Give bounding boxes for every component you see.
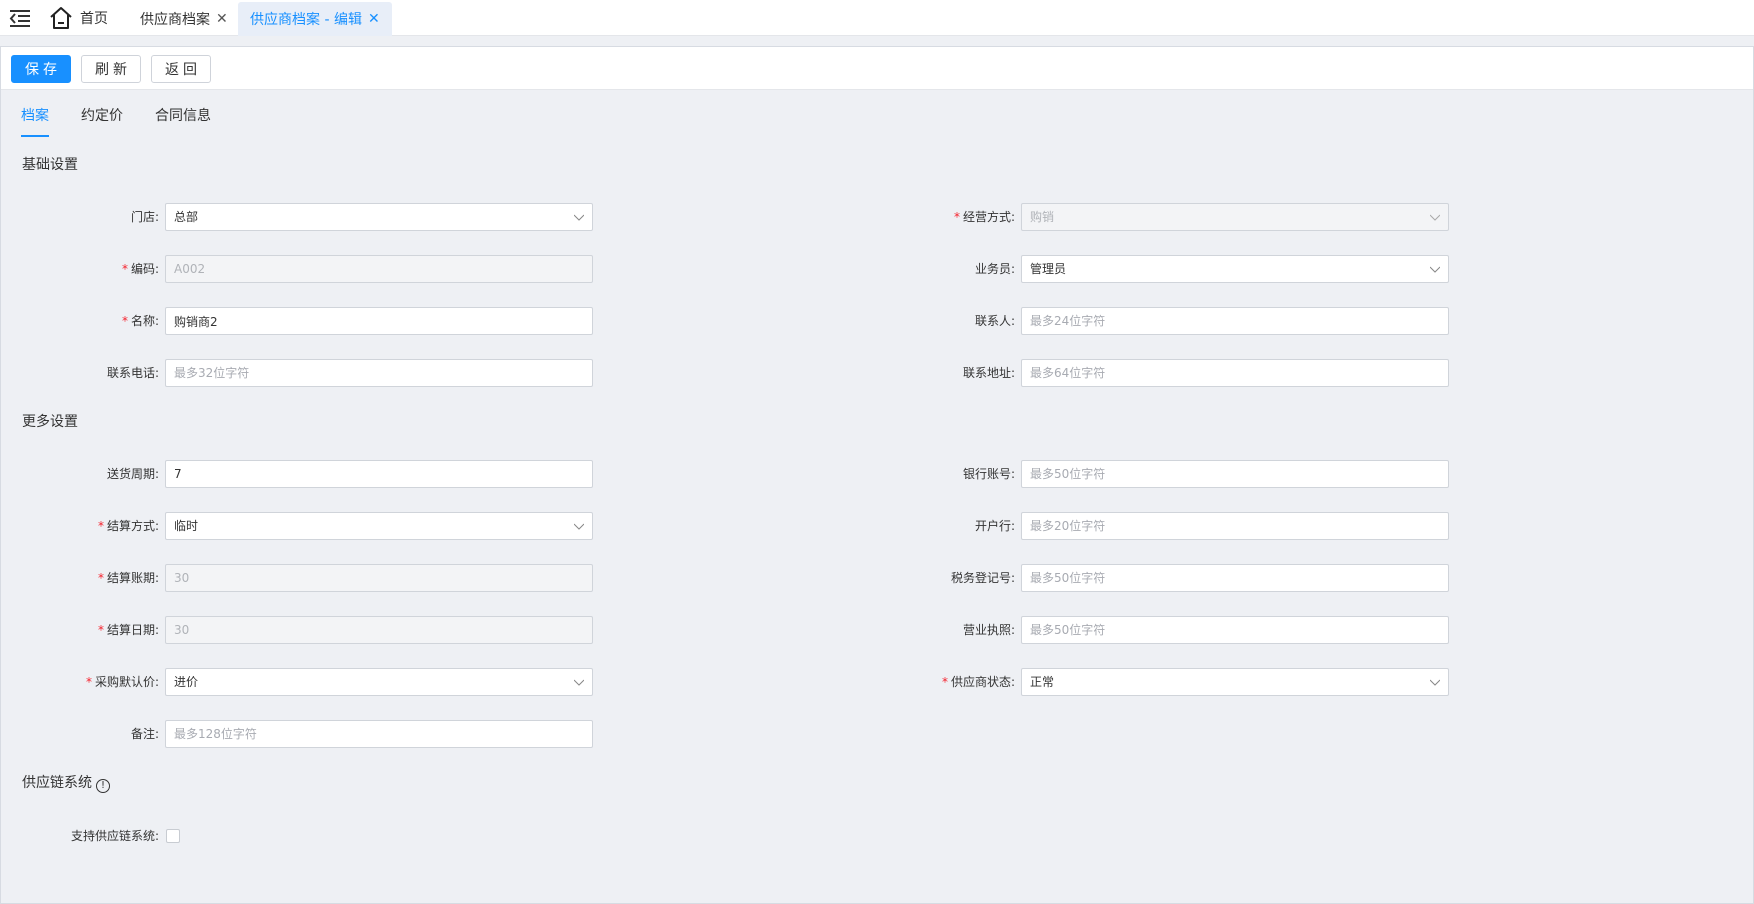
save-button[interactable]: 保存 <box>11 55 71 83</box>
purchase-price-label: * 采购默认价: <box>85 675 159 689</box>
section-basic-title: 基础设置 <box>22 157 78 173</box>
supplier-status-select[interactable]: 正常 <box>1021 668 1449 696</box>
back-button[interactable]: 返回 <box>151 55 211 83</box>
bank-account-field[interactable] <box>1021 460 1449 488</box>
chevron-down-icon <box>574 523 584 530</box>
license-label: 营业执照: <box>962 623 1015 637</box>
salesman-select[interactable]: 管理员 <box>1021 255 1449 283</box>
code-field: A002 <box>165 255 593 283</box>
settle-date-label: * 结算日期: <box>97 623 159 637</box>
delivery-cycle-field[interactable] <box>165 460 593 488</box>
menu-collapse-icon[interactable] <box>8 9 32 27</box>
required-mark: * <box>97 519 104 533</box>
settle-method-label: * 结算方式: <box>97 519 159 533</box>
bank-account-label: 银行账号: <box>962 467 1015 481</box>
tax-no-label: 税务登记号: <box>950 571 1015 585</box>
contact-label: 联系人: <box>974 314 1015 328</box>
delivery-cycle-label: 送货周期: <box>106 467 159 481</box>
required-mark: * <box>953 210 960 224</box>
edit-panel: 保存 刷新 返回 档案 约定价 合同信息 基础设置 门店: 总部 * 经营方式: … <box>0 46 1754 904</box>
remark-label: 备注: <box>130 727 159 741</box>
tab-contract-info[interactable]: 合同信息 <box>155 105 211 137</box>
tab-archive[interactable]: 档案 <box>21 105 49 137</box>
top-tab-bar: 首页 供应商档案 ✕ 供应商档案 - 编辑 ✕ <box>0 0 1754 36</box>
license-field[interactable] <box>1021 616 1449 644</box>
tab-supplier-archive[interactable]: 供应商档案 ✕ <box>128 2 240 36</box>
close-icon[interactable]: ✕ <box>216 12 228 26</box>
chevron-down-icon <box>574 214 584 221</box>
tab-label: 供应商档案 <box>140 12 210 28</box>
address-label: 联系地址: <box>962 366 1015 380</box>
bank-name-field[interactable] <box>1021 512 1449 540</box>
section-supply-chain-title: 供应链系统! <box>22 772 110 793</box>
support-supply-chain-label: 支持供应链系统: <box>70 829 159 843</box>
required-mark: * <box>121 262 128 276</box>
refresh-button[interactable]: 刷新 <box>81 55 141 83</box>
section-more-title: 更多设置 <box>22 414 78 430</box>
required-mark: * <box>97 571 104 585</box>
chevron-down-icon <box>1430 679 1440 686</box>
phone-field[interactable] <box>165 359 593 387</box>
settle-method-select[interactable]: 临时 <box>165 512 593 540</box>
tab-home[interactable]: 首页 <box>48 0 108 36</box>
contact-field[interactable] <box>1021 307 1449 335</box>
store-select[interactable]: 总部 <box>165 203 593 231</box>
address-field[interactable] <box>1021 359 1449 387</box>
remark-field[interactable] <box>165 720 593 748</box>
chevron-down-icon <box>1430 266 1440 273</box>
sub-tabs: 档案 约定价 合同信息 <box>21 105 211 137</box>
tax-no-field[interactable] <box>1021 564 1449 592</box>
toolbar: 保存 刷新 返回 <box>1 47 1753 90</box>
salesman-label: 业务员: <box>974 262 1015 276</box>
chevron-down-icon <box>574 679 584 686</box>
tab-supplier-archive-edit[interactable]: 供应商档案 - 编辑 ✕ <box>238 2 392 36</box>
settle-period-field: 30 <box>165 564 593 592</box>
supplier-status-label: * 供应商状态: <box>941 675 1015 689</box>
code-label: * 编码: <box>121 262 159 276</box>
phone-label: 联系电话: <box>106 366 159 380</box>
required-mark: * <box>85 675 92 689</box>
store-label: 门店: <box>130 210 159 224</box>
bank-name-label: 开户行: <box>974 519 1015 533</box>
name-field[interactable] <box>165 307 593 335</box>
business-mode-label: * 经营方式: <box>953 210 1015 224</box>
chevron-down-icon <box>1430 214 1440 221</box>
home-tab-label: 首页 <box>80 11 108 27</box>
settle-period-label: * 结算账期: <box>97 571 159 585</box>
tab-label: 供应商档案 - 编辑 <box>250 12 362 28</box>
required-mark: * <box>941 675 948 689</box>
info-icon[interactable]: ! <box>96 779 110 793</box>
tab-agreed-price[interactable]: 约定价 <box>81 105 123 137</box>
name-label: * 名称: <box>121 314 159 328</box>
required-mark: * <box>97 623 104 637</box>
support-supply-chain-checkbox[interactable] <box>166 829 180 843</box>
settle-date-field: 30 <box>165 616 593 644</box>
close-icon[interactable]: ✕ <box>368 12 380 26</box>
purchase-price-select[interactable]: 进价 <box>165 668 593 696</box>
required-mark: * <box>121 314 128 328</box>
home-icon <box>50 7 72 29</box>
business-mode-select: 购销 <box>1021 203 1449 231</box>
